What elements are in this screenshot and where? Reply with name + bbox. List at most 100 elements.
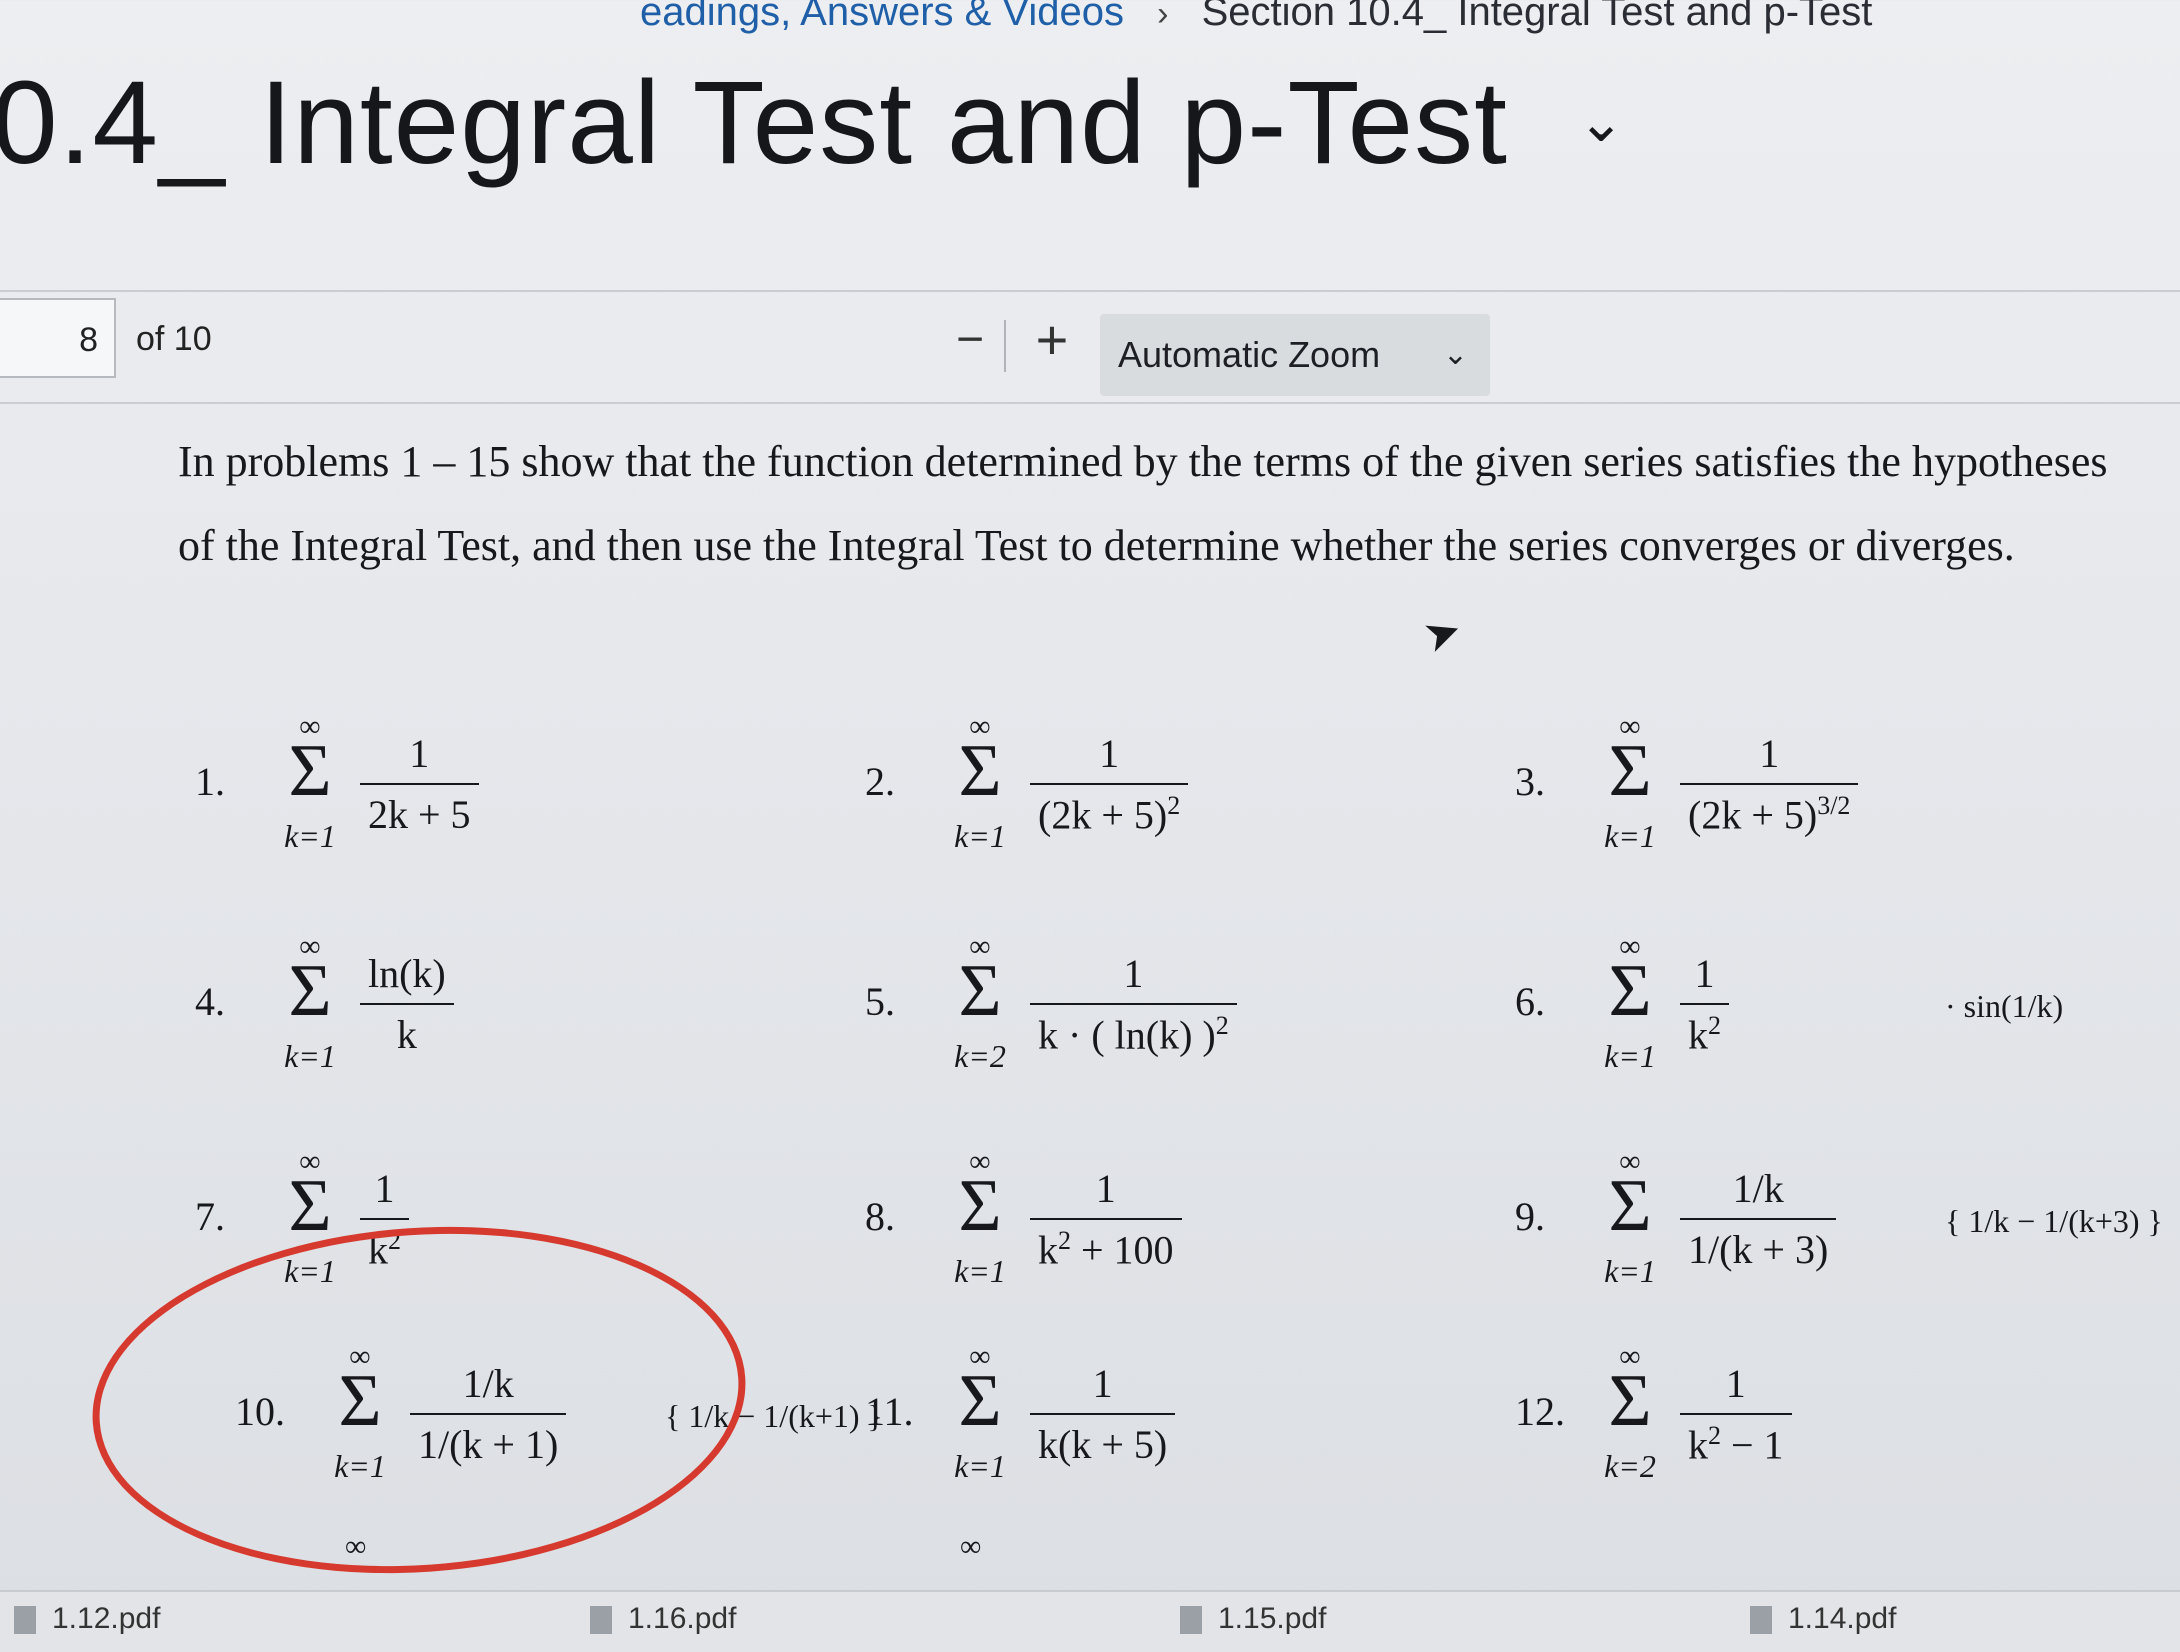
problem-4: 4. ∞ Σk=1 ln(k) k xyxy=(195,930,815,1100)
chevron-down-icon[interactable]: ⌄ xyxy=(1578,89,1626,155)
sigma-icon: ∞ Σk=1 xyxy=(265,710,355,880)
problem-number: 11. xyxy=(865,1389,914,1434)
exponent: 2 xyxy=(1215,1011,1229,1040)
download-item[interactable]: 1.14.pdf xyxy=(1750,1602,1896,1636)
problem-number: 7. xyxy=(195,1194,225,1239)
sum-lower-limit: k=1 xyxy=(954,1448,1006,1484)
problem-9: 9. ∞ Σk=1 1/k 1/(k + 3) { 1/k − 1/(k+3) } xyxy=(1515,1145,2163,1315)
fraction-denominator: 2k + 5 xyxy=(368,792,471,837)
problem-number: 12. xyxy=(1515,1389,1565,1434)
fraction-numerator: 1 xyxy=(1095,1166,1116,1211)
file-icon xyxy=(590,1606,612,1635)
fraction-denominator: (2k + 5) xyxy=(1688,792,1818,838)
sigma-icon: ∞ Σk=1 xyxy=(265,930,355,1100)
pdf-toolbar: 8 of 10 − + Automatic Zoom ⌄ xyxy=(0,290,2180,404)
page-title-text: 0.4_ Integral Test and p-Test xyxy=(0,57,1508,189)
exponent: 2 xyxy=(1708,1011,1721,1040)
file-icon xyxy=(14,1606,36,1635)
zoom-select-value: Automatic Zoom xyxy=(1118,334,1381,375)
fraction: 1/k 1/(k + 3) xyxy=(1680,1165,1837,1273)
summation-symbol: Σ xyxy=(1608,1360,1652,1442)
sum-lower-limit: k=1 xyxy=(284,818,336,854)
problem-number: 5. xyxy=(865,979,895,1024)
download-name: 1.15.pdf xyxy=(1218,1602,1327,1635)
summation-symbol: Σ xyxy=(1608,950,1652,1032)
problem-number: 6. xyxy=(1515,979,1545,1024)
download-name: 1.14.pdf xyxy=(1788,1602,1897,1635)
sum-lower-limit: k=1 xyxy=(954,818,1006,854)
fraction-numerator: 1 xyxy=(1092,1361,1113,1406)
fraction: 1 k2 + 100 xyxy=(1030,1165,1182,1273)
sigma-icon: ∞ Σk=1 xyxy=(935,1340,1025,1510)
fraction-denominator: k xyxy=(396,1012,417,1057)
fraction-numerator: 1 xyxy=(409,731,430,776)
fraction: 1 (2k + 5)2 xyxy=(1030,730,1189,838)
fraction-numerator: 1 xyxy=(374,1166,395,1211)
breadcrumb-parent-link[interactable]: eadings, Answers & Videos xyxy=(640,0,1124,34)
problem-number: 2. xyxy=(865,759,895,804)
exponent: 2 xyxy=(1058,1226,1071,1255)
file-icon xyxy=(1180,1606,1202,1635)
fraction-numerator: 1 xyxy=(1123,951,1144,996)
fraction: ln(k) k xyxy=(360,950,454,1058)
sum-lower-limit: k=1 xyxy=(954,1253,1006,1289)
page-number-input[interactable]: 8 xyxy=(0,298,116,378)
problem-12: 12. ∞ Σk=2 1 k2 − 1 xyxy=(1515,1340,2135,1510)
fraction: 1 k(k + 5) xyxy=(1030,1360,1176,1468)
fraction: 1 (2k + 5)3/2 xyxy=(1680,730,1859,838)
zoom-in-button[interactable]: + xyxy=(1022,310,1082,370)
page-count-label: of 10 xyxy=(136,320,212,358)
problem-number: 1. xyxy=(195,759,225,804)
sum-lower-limit: k=1 xyxy=(1604,818,1656,854)
fraction-denominator: k xyxy=(1688,1012,1708,1058)
fraction-bar xyxy=(1680,1413,1792,1415)
problem-1: 1. ∞ Σk=1 1 2k + 5 xyxy=(195,710,815,880)
problem-6: 6. ∞ Σk=1 1 k2 · sin(1/k) xyxy=(1515,930,2135,1100)
problem-number: 3. xyxy=(1515,759,1545,804)
denominator-tail: + 100 xyxy=(1071,1227,1174,1273)
summation-symbol: Σ xyxy=(288,950,332,1032)
summation-symbol: Σ xyxy=(1608,1165,1652,1247)
fraction-numerator: 1 xyxy=(1694,951,1715,996)
summation-symbol: Σ xyxy=(958,1165,1002,1247)
denominator-tail: − 1 xyxy=(1721,1422,1784,1468)
fraction-denominator: k xyxy=(1038,1227,1058,1273)
summation-symbol: Σ xyxy=(288,730,332,812)
fraction-numerator: 1 xyxy=(1725,1361,1746,1406)
trailing-infinity: ∞ xyxy=(960,1530,982,1563)
term-extra: { 1/k − 1/(k+3) } xyxy=(1945,1203,2163,1239)
sum-lower-limit: k=1 xyxy=(1604,1253,1656,1289)
problem-2: 2. ∞ Σk=1 1 (2k + 5)2 xyxy=(865,710,1485,880)
breadcrumb: eadings, Answers & Videos › Section 10.4… xyxy=(640,0,2180,35)
download-item[interactable]: 1.16.pdf xyxy=(590,1602,736,1636)
fraction-denominator: 1/(k + 3) xyxy=(1688,1227,1829,1272)
problem-number: 4. xyxy=(195,979,225,1024)
fraction-bar xyxy=(1030,1218,1182,1220)
sigma-icon: ∞ Σk=1 xyxy=(935,710,1025,880)
downloads-bar: 1.12.pdf 1.16.pdf 1.15.pdf 1.14.pdf xyxy=(0,1590,2180,1652)
fraction: 1 2k + 5 xyxy=(360,730,479,838)
zoom-select[interactable]: Automatic Zoom ⌄ xyxy=(1100,314,1490,396)
fraction-bar xyxy=(1680,783,1859,785)
instructions-text: In problems 1 – 15 show that the functio… xyxy=(178,437,2108,570)
fraction: 1 k2 xyxy=(1680,950,1729,1058)
fraction: 1 k · ( ln(k) )2 xyxy=(1030,950,1237,1058)
fraction-bar xyxy=(1030,783,1189,785)
breadcrumb-current: Section 10.4_ Integral Test and p-Test xyxy=(1201,0,1873,34)
summation-symbol: Σ xyxy=(958,950,1002,1032)
fraction: 1 k2 − 1 xyxy=(1680,1360,1792,1468)
fraction-numerator: 1 xyxy=(1759,731,1780,776)
sigma-icon: ∞ Σk=1 xyxy=(1585,930,1675,1100)
summation-symbol: Σ xyxy=(1608,730,1652,812)
download-item[interactable]: 1.12.pdf xyxy=(14,1602,160,1636)
download-item[interactable]: 1.15.pdf xyxy=(1180,1602,1326,1636)
sigma-icon: ∞ Σk=1 xyxy=(1585,1145,1675,1315)
fraction-numerator: 1/k xyxy=(1732,1166,1784,1211)
summation-symbol: Σ xyxy=(958,1360,1002,1442)
sum-lower-limit: k=1 xyxy=(284,1038,336,1074)
exponent: 2 xyxy=(1167,791,1181,820)
problem-11: 11. ∞ Σk=1 1 k(k + 5) xyxy=(865,1340,1485,1510)
zoom-out-button[interactable]: − xyxy=(945,310,995,370)
sigma-icon: ∞ Σk=2 xyxy=(935,930,1025,1100)
fraction-denominator: k · ( ln(k) ) xyxy=(1038,1012,1216,1058)
